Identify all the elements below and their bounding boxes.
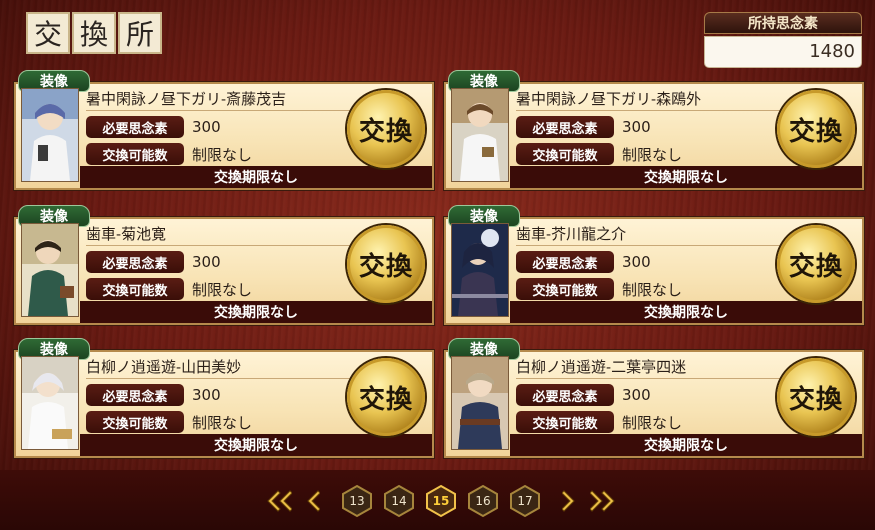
page-button[interactable]: 17	[508, 484, 542, 518]
cost-label: 必要思念素	[516, 384, 614, 406]
limit-row: 交換可能数 制限なし	[516, 411, 682, 433]
exchange-card: 装像 暑中閑詠ノ昼下ガリ-森鴎外 必要思念素 300 交換可能数 制限なし 交換…	[444, 70, 864, 190]
double-chevron-left-icon	[267, 490, 292, 512]
character-portrait	[451, 356, 509, 450]
page-button[interactable]: 16	[466, 484, 500, 518]
cost-label: 必要思念素	[86, 384, 184, 406]
points-label: 所持思念素	[704, 12, 862, 34]
cost-value: 300	[192, 386, 221, 404]
exchange-period: 交換期限なし	[80, 166, 432, 188]
double-chevron-right-icon	[590, 490, 615, 512]
exchange-period: 交換期限なし	[510, 166, 862, 188]
exchange-button[interactable]: 交換	[777, 358, 855, 436]
item-name: 暑中閑詠ノ昼下ガリ-森鴎外	[516, 88, 786, 111]
cost-value: 300	[192, 253, 221, 271]
limit-row: 交換可能数 制限なし	[516, 143, 682, 165]
page-title: 交 換 所	[26, 12, 164, 54]
exchange-button-label: 交換	[358, 251, 413, 282]
points-value: 1480	[704, 36, 862, 68]
title-char: 交	[26, 12, 70, 54]
limit-row: 交換可能数 制限なし	[86, 278, 252, 300]
limit-count-label: 交換可能数	[516, 411, 614, 433]
limit-count-value: 制限なし	[192, 280, 253, 299]
item-name: 白柳ノ逍遥遊-二葉亭四迷	[516, 356, 786, 379]
page-number: 13	[349, 494, 365, 508]
limit-count-label: 交換可能数	[516, 278, 614, 300]
cost-label: 必要思念素	[516, 116, 614, 138]
title-char: 所	[118, 12, 162, 54]
limit-row: 交換可能数 制限なし	[86, 411, 252, 433]
first-page-button[interactable]	[262, 484, 296, 518]
exchange-button-label: 交換	[358, 384, 413, 415]
exchange-button[interactable]: 交換	[347, 358, 425, 436]
exchange-button[interactable]: 交換	[347, 225, 425, 303]
cost-label: 必要思念素	[516, 251, 614, 273]
cost-row: 必要思念素 300	[86, 384, 221, 406]
cost-row: 必要思念素 300	[516, 384, 651, 406]
item-name: 白柳ノ逍遥遊-山田美妙	[86, 356, 356, 379]
exchange-period: 交換期限なし	[80, 301, 432, 323]
page-button[interactable]: 14	[382, 484, 416, 518]
exchange-button[interactable]: 交換	[777, 225, 855, 303]
cost-row: 必要思念素 300	[516, 116, 651, 138]
cost-row: 必要思念素 300	[86, 251, 221, 273]
cost-value: 300	[622, 253, 651, 271]
character-portrait	[21, 88, 79, 182]
limit-count-label: 交換可能数	[86, 278, 184, 300]
cost-label: 必要思念素	[86, 116, 184, 138]
cost-label: 必要思念素	[86, 251, 184, 273]
page-number: 16	[475, 494, 491, 508]
page-number: 17	[517, 494, 533, 508]
exchange-card: 装像 白柳ノ逍遥遊-山田美妙 必要思念素 300 交換可能数 制限なし 交換期限…	[14, 338, 434, 458]
chevron-right-icon	[562, 490, 575, 512]
item-name: 歯車-菊池寛	[86, 223, 356, 246]
limit-count-value: 制限なし	[192, 413, 253, 432]
limit-count-label: 交換可能数	[86, 411, 184, 433]
limit-count-value: 制限なし	[622, 280, 683, 299]
exchange-button[interactable]: 交換	[777, 90, 855, 168]
prev-page-button[interactable]	[296, 484, 330, 518]
character-portrait	[451, 223, 509, 317]
limit-row: 交換可能数 制限なし	[516, 278, 682, 300]
limit-count-label: 交換可能数	[516, 143, 614, 165]
exchange-button-label: 交換	[358, 116, 413, 147]
item-name: 暑中閑詠ノ昼下ガリ-斎藤茂吉	[86, 88, 356, 111]
exchange-button[interactable]: 交換	[347, 90, 425, 168]
exchange-period: 交換期限なし	[80, 434, 432, 456]
limit-count-value: 制限なし	[622, 413, 683, 432]
pagination: 13 14 15 16 17	[262, 484, 620, 518]
cost-row: 必要思念素 300	[516, 251, 651, 273]
exchange-period: 交換期限なし	[510, 434, 862, 456]
title-char: 換	[72, 12, 116, 54]
exchange-button-label: 交換	[788, 251, 843, 282]
character-portrait	[21, 356, 79, 450]
limit-count-label: 交換可能数	[86, 143, 184, 165]
exchange-button-label: 交換	[788, 116, 843, 147]
character-portrait	[451, 88, 509, 182]
exchange-card: 装像 歯車-菊池寛 必要思念素 300 交換可能数 制限なし 交換期限なし 交換	[14, 205, 434, 325]
cost-value: 300	[622, 386, 651, 404]
exchange-button-label: 交換	[788, 384, 843, 415]
chevron-left-icon	[307, 490, 320, 512]
page-button-current[interactable]: 15	[424, 484, 458, 518]
last-page-button[interactable]	[586, 484, 620, 518]
exchange-card: 装像 白柳ノ逍遥遊-二葉亭四迷 必要思念素 300 交換可能数 制限なし 交換期…	[444, 338, 864, 458]
item-name: 歯車-芥川龍之介	[516, 223, 786, 246]
page-number: 14	[391, 494, 407, 508]
cost-value: 300	[192, 118, 221, 136]
limit-count-value: 制限なし	[192, 145, 253, 164]
cost-row: 必要思念素 300	[86, 116, 221, 138]
page-button[interactable]: 13	[340, 484, 374, 518]
character-portrait	[21, 223, 79, 317]
page-number: 15	[432, 494, 450, 508]
limit-count-value: 制限なし	[622, 145, 683, 164]
exchange-card: 装像 歯車-芥川龍之介 必要思念素 300 交換可能数 制限なし 交換期限なし …	[444, 205, 864, 325]
exchange-card: 装像 暑中閑詠ノ昼下ガリ-斎藤茂吉 必要思念素 300 交換可能数 制限なし 交…	[14, 70, 434, 190]
next-page-button[interactable]	[552, 484, 586, 518]
exchange-period: 交換期限なし	[510, 301, 862, 323]
cost-value: 300	[622, 118, 651, 136]
limit-row: 交換可能数 制限なし	[86, 143, 252, 165]
